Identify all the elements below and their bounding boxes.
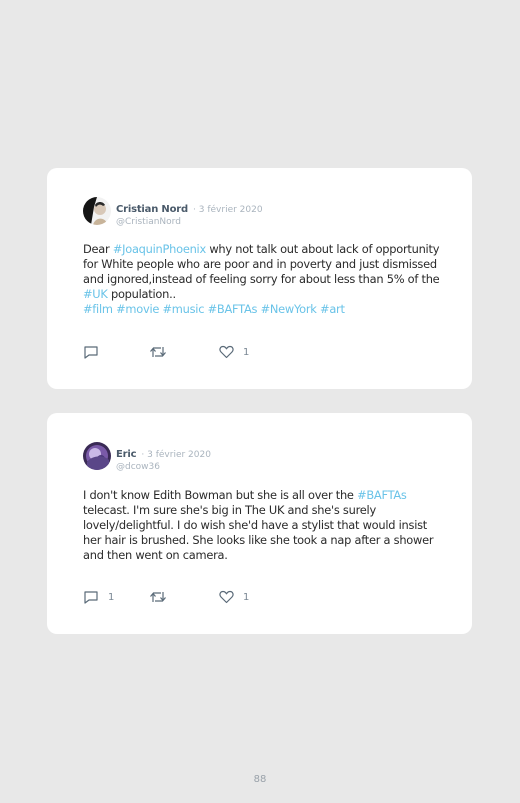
hashtag-link[interactable]: #UK [83, 287, 108, 301]
avatar[interactable] [83, 442, 111, 470]
reply-count: 1 [108, 591, 115, 603]
hashtag-link[interactable]: #JoaquinPhoenix [113, 242, 206, 256]
author-handle[interactable]: @CristianNord [116, 217, 263, 227]
like-button[interactable]: 1 [219, 345, 249, 359]
tweet-date: · 3 février 2020 [193, 205, 263, 215]
hashtag-link[interactable]: #music [163, 302, 205, 316]
hashtag-link[interactable]: #NewYork [261, 302, 317, 316]
heart-icon [219, 590, 234, 604]
tweet-text-segment: telecast. I'm sure she's big in The UK a… [83, 503, 434, 562]
tweet-text: I don't know Edith Bowman but she is all… [83, 488, 443, 563]
heart-icon [219, 345, 234, 359]
avatar[interactable] [83, 197, 111, 225]
tweet-actions: 1 1 [83, 590, 283, 606]
retweet-icon [150, 592, 166, 602]
tweet-actions: 1 [83, 345, 283, 361]
retweet-icon [150, 347, 166, 357]
tweet-text: Dear #JoaquinPhoenix why not talk out ab… [83, 242, 443, 317]
hashtag-link[interactable]: #movie [116, 302, 159, 316]
page-number: 88 [253, 774, 267, 785]
like-count: 1 [243, 591, 250, 603]
retweet-button[interactable] [149, 590, 167, 604]
tweet-header: Eric · 3 février 2020 @dcow36 [116, 442, 211, 472]
tweet-text-segment: Dear [83, 242, 113, 256]
hashtag-link[interactable]: #BAFTAs [208, 302, 258, 316]
author-handle[interactable]: @dcow36 [116, 462, 211, 472]
hashtag-link[interactable]: #art [320, 302, 345, 316]
hashtag-link[interactable]: #BAFTAs [357, 488, 407, 502]
tweet-card: Cristian Nord · 3 février 2020 @Cristian… [47, 168, 472, 389]
tweet-text-segment: I don't know Edith Bowman but she is all… [83, 488, 358, 502]
author-name[interactable]: Eric [116, 449, 137, 460]
reply-icon [84, 346, 98, 359]
author-name[interactable]: Cristian Nord [116, 204, 188, 215]
reply-icon [84, 591, 98, 604]
tweet-header: Cristian Nord · 3 février 2020 @Cristian… [116, 197, 263, 227]
tweet-card: Eric · 3 février 2020 @dcow36 I don't kn… [47, 413, 472, 634]
like-button[interactable]: 1 [219, 590, 249, 604]
retweet-button[interactable] [149, 345, 167, 359]
like-count: 1 [243, 346, 250, 358]
tweet-text-segment: population.. [107, 287, 176, 301]
hashtag-link[interactable]: #film [83, 302, 113, 316]
tweet-date: · 3 février 2020 [141, 450, 211, 460]
reply-button[interactable] [83, 345, 108, 359]
reply-button[interactable]: 1 [83, 590, 114, 604]
